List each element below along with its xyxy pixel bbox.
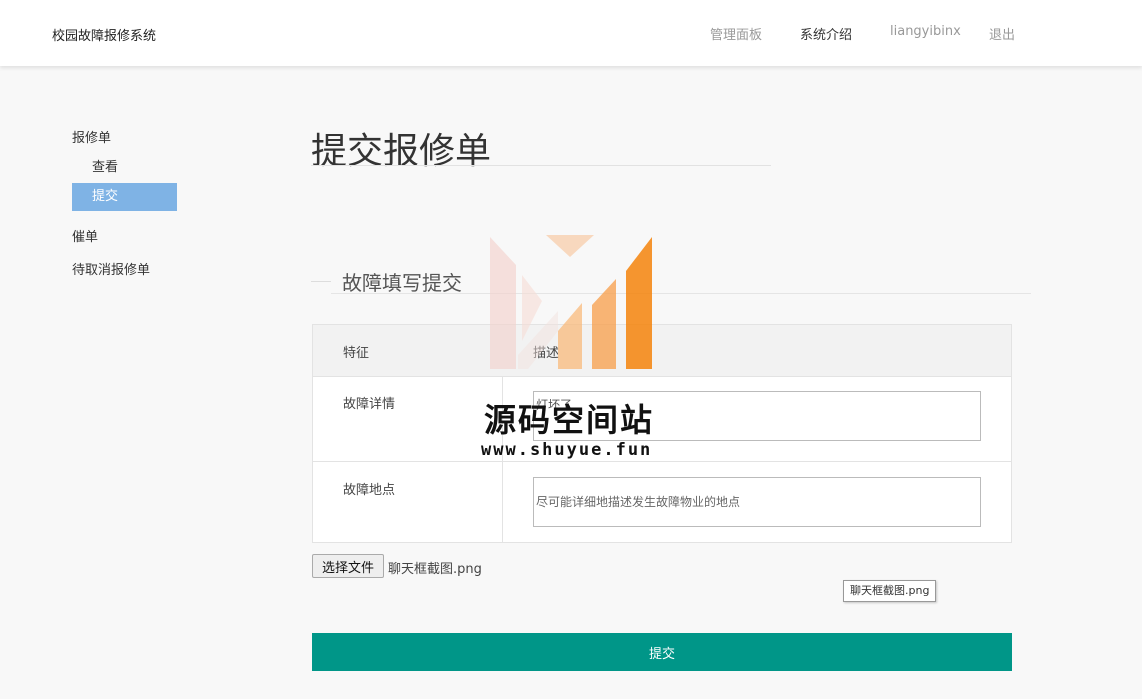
sidebar-item-pending-cancel[interactable]: 待取消报修单 — [72, 259, 150, 278]
sidebar-item-submit[interactable]: 提交 — [72, 183, 177, 211]
app-brand[interactable]: 校园故障报修系统 — [52, 25, 156, 44]
sidebar-item-view[interactable]: 查看 — [92, 156, 118, 175]
section-divider — [331, 293, 1031, 294]
header-feature: 特征 — [343, 346, 370, 361]
nav-logout[interactable]: 退出 — [989, 24, 1015, 43]
title-divider — [311, 165, 771, 166]
section-divider-left — [311, 281, 331, 282]
watermark-url: www.shuyue.fun — [481, 440, 653, 460]
top-navbar: 校园故障报修系统 管理面板 系统介绍 liangyibinx 退出 — [0, 0, 1142, 66]
table-header: 特征 描述 — [313, 325, 1011, 377]
choose-file-button[interactable]: 选择文件 — [312, 554, 384, 578]
fault-location-input[interactable] — [533, 477, 981, 527]
watermark-text: 源码空间站 — [484, 401, 655, 439]
watermark-logo — [490, 235, 652, 369]
nav-username[interactable]: liangyibinx — [890, 24, 961, 39]
sidebar-item-urge[interactable]: 催单 — [72, 226, 98, 245]
section-title: 故障填写提交 — [342, 271, 462, 295]
nav-admin-panel[interactable]: 管理面板 — [710, 24, 762, 43]
submit-button[interactable]: 提交 — [312, 633, 1012, 671]
sidebar-group-repair-orders[interactable]: 报修单 — [72, 127, 111, 146]
nav-system-intro[interactable]: 系统介绍 — [800, 24, 852, 43]
selected-file-name: 聊天框截图.png — [388, 562, 482, 577]
repair-form-table: 特征 描述 故障详情 灯坏了 故障地点 — [312, 324, 1012, 543]
fault-detail-label: 故障详情 — [343, 397, 396, 412]
file-name-tooltip: 聊天框截图.png — [843, 580, 937, 602]
row-divider — [313, 461, 1011, 462]
fault-location-label: 故障地点 — [343, 483, 396, 498]
page-title: 提交报修单 — [311, 131, 492, 172]
